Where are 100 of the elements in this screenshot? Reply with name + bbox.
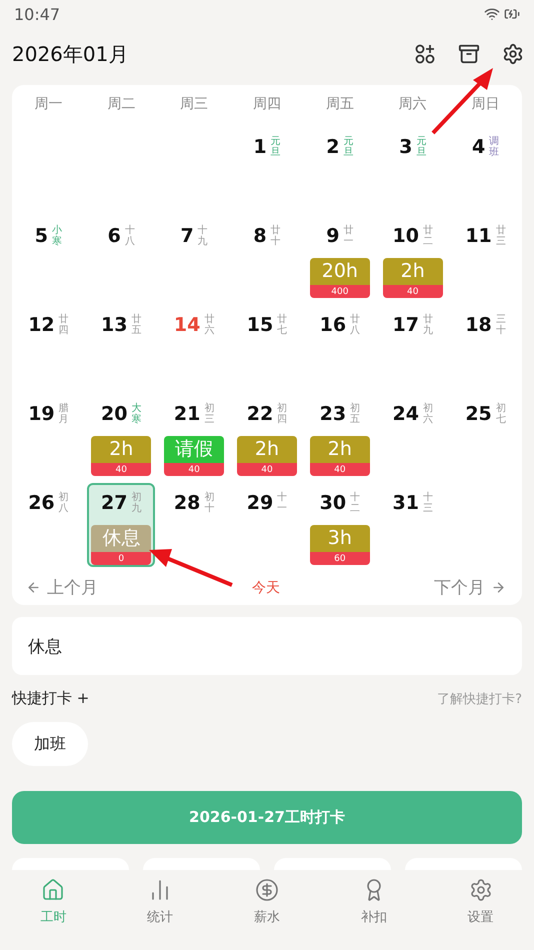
lunar-date: 廿八: [350, 314, 360, 336]
quick-punch-chip[interactable]: 加班: [12, 722, 88, 766]
settings-icon[interactable]: [502, 43, 524, 65]
day-number: 12: [28, 314, 55, 336]
day-number: 18: [465, 314, 492, 336]
day-number: 21: [174, 402, 200, 425]
lunar-date: 廿六: [204, 314, 214, 336]
day-number: 19: [28, 403, 55, 425]
weekday-label: 周三: [179, 95, 210, 114]
day-number: 30: [320, 492, 346, 514]
lunar-date: 小寒: [52, 225, 62, 247]
quick-punch-title[interactable]: 快捷打卡 +: [12, 689, 90, 708]
lunar-date: 十二: [350, 492, 360, 514]
day-number: 27: [101, 492, 128, 514]
day-number: 31: [392, 492, 419, 514]
lunar-date: 廿九: [422, 314, 433, 336]
day-number: 5: [34, 225, 48, 247]
entry-amount: 0: [91, 552, 152, 565]
lunar-date: 初十: [204, 492, 214, 514]
day-number: 9: [326, 224, 340, 247]
lunar-date: 初三: [204, 402, 214, 425]
entry-amount: 40: [164, 463, 224, 476]
day-number: 24: [392, 403, 419, 425]
day-number: 6: [108, 225, 121, 247]
coin-icon: [254, 878, 279, 902]
day-number: 7: [180, 225, 194, 247]
nav-tab[interactable]: 设置: [427, 870, 534, 950]
entry-label: 请假: [164, 436, 224, 464]
entry-label: 休息: [91, 524, 152, 552]
next-month-link[interactable]: 下个月: [434, 576, 506, 599]
day-number: 20: [101, 402, 128, 425]
entry-amount: 40: [382, 285, 443, 298]
lunar-date: 廿一: [343, 224, 354, 247]
entry-label: 20h: [310, 258, 370, 286]
lunar-date: 廿二: [422, 224, 433, 247]
day-number: 22: [246, 402, 274, 425]
nav-tab[interactable]: 薪水: [214, 870, 320, 950]
weekday-label: 周二: [106, 95, 136, 114]
day-number: 28: [174, 492, 200, 514]
day-number: 3: [399, 136, 412, 158]
day-number: 1: [253, 136, 267, 158]
nav-tab[interactable]: 补扣: [320, 870, 428, 950]
day-number: 17: [392, 314, 419, 336]
lunar-date: 初五: [350, 402, 360, 425]
status-time: 10:47: [14, 4, 60, 24]
lunar-date: 腊月: [58, 403, 69, 425]
entry-amount: 40: [236, 463, 297, 476]
note-field[interactable]: 休息: [12, 617, 522, 675]
annotation-arrow: [430, 66, 495, 136]
lunar-date: 十一: [277, 492, 288, 514]
lunar-date: 初四: [277, 402, 288, 425]
lunar-date: 初八: [58, 492, 69, 514]
weekday-label: 周五: [324, 95, 355, 114]
entry-label: 2h: [382, 258, 443, 286]
day-number: 10: [392, 224, 419, 247]
month-title: 2026年01月: [12, 40, 128, 68]
entry-label: 3h: [310, 524, 370, 552]
today-link[interactable]: 今天: [252, 578, 280, 596]
nav-tab[interactable]: 工时: [0, 870, 107, 950]
lunar-date: 十三: [422, 492, 433, 514]
home-icon: [41, 878, 66, 902]
day-number: 15: [246, 314, 274, 336]
previous-month-link[interactable]: 上个月: [26, 576, 98, 599]
day-number: 26: [28, 492, 55, 514]
day-number: 11: [465, 225, 492, 247]
entry-amount: 400: [310, 285, 370, 298]
punch-button[interactable]: 2026-01-27工时打卡: [12, 791, 522, 844]
nav-tab[interactable]: 统计: [106, 870, 214, 950]
weekday-label: 周六: [398, 95, 428, 114]
day-number: 2: [326, 136, 340, 158]
lunar-date: 十九: [198, 225, 208, 247]
wifi-icon: [484, 6, 500, 22]
lunar-date: 调班: [489, 136, 500, 158]
entry-label: 2h: [91, 436, 152, 464]
lunar-date: 初七: [496, 403, 506, 425]
lunar-date: 元旦: [343, 136, 354, 158]
day-number: 4: [472, 136, 486, 158]
lunar-date: 元旦: [416, 136, 426, 158]
day-number: 29: [246, 492, 274, 514]
entry-label: 2h: [236, 436, 297, 464]
lunar-date: 廿七: [277, 314, 288, 336]
lunar-date: 三十: [496, 314, 506, 336]
weekday-label: 周日: [470, 95, 501, 114]
lunar-date: 廿三: [496, 225, 506, 247]
day-number: 23: [320, 402, 346, 425]
lunar-date: 初九: [131, 492, 142, 514]
lunar-date: 廿五: [131, 314, 142, 336]
entry-amount: 60: [310, 552, 370, 565]
archive-icon[interactable]: [458, 43, 480, 65]
quick-punch-help-link[interactable]: 了解快捷打卡?: [437, 690, 522, 708]
lunar-date: 大寒: [131, 402, 142, 425]
day-number: 13: [101, 314, 128, 336]
entry-amount: 40: [91, 463, 152, 476]
lunar-date: 元旦: [270, 136, 281, 158]
entry-amount: 40: [310, 463, 370, 476]
weekday-label: 周四: [252, 95, 282, 114]
lunar-date: 十八: [124, 225, 135, 247]
add-widget-icon[interactable]: [414, 43, 436, 65]
day-number: 8: [253, 225, 267, 247]
lunar-date: 初六: [422, 403, 433, 425]
